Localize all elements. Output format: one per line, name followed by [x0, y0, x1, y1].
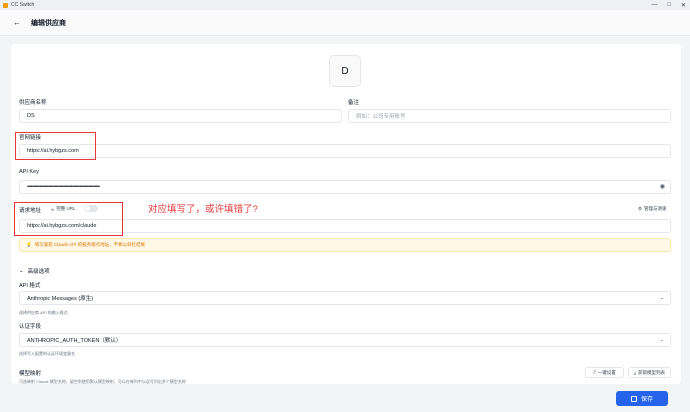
- api-key-input[interactable]: ••••••••••••••••••••••••••••••••••••••••…: [19, 180, 671, 194]
- provider-avatar[interactable]: D: [329, 55, 361, 87]
- manage-test-link[interactable]: ⚙ 管理与测速: [638, 206, 667, 212]
- save-label: 保存: [640, 397, 653, 403]
- auth-field-select[interactable]: ANTHROPIC_AUTH_TOKEN（默认） ⌄: [19, 333, 671, 347]
- notes-input[interactable]: 例如：公司专用账号: [348, 109, 671, 123]
- website-input[interactable]: https://ai.hybgzs.com: [19, 144, 671, 158]
- one-click-config-label: 一键设置: [597, 369, 616, 375]
- chevron-down-icon: ⌄: [659, 337, 664, 343]
- auth-field-value: ANTHROPIC_AUTH_TOKEN（默认）: [27, 338, 122, 344]
- annotation-box-website: [15, 132, 96, 160]
- page-header: ← 编辑供应商: [0, 10, 690, 36]
- download-icon: ⤓: [634, 370, 636, 375]
- window-controls: — □ ✕: [651, 0, 686, 10]
- save-button[interactable]: 保存: [616, 391, 668, 406]
- auth-field-label: 认证字段: [19, 324, 42, 330]
- advanced-options-toggle[interactable]: ⌄ 高级选项: [19, 267, 50, 275]
- api-format-hint: 选择供应商 API 的输入格式: [19, 310, 68, 315]
- api-format-label: API 格式: [19, 283, 41, 289]
- provider-name-input[interactable]: DS: [19, 109, 342, 123]
- eye-icon[interactable]: ◉: [660, 183, 665, 190]
- chevron-down-icon: ⌄: [659, 295, 664, 301]
- provider-name-value: DS: [27, 113, 35, 119]
- notes-label: 备注: [348, 100, 360, 106]
- api-format-select[interactable]: Anthropic Messages (原生) ⌄: [19, 291, 671, 305]
- lightbulb-icon: 💡: [26, 242, 32, 247]
- one-click-config-button[interactable]: ⤤ 一键设置: [585, 367, 624, 378]
- wand-icon: ⤤: [593, 370, 596, 375]
- api-format-value: Anthropic Messages (原生): [27, 296, 94, 302]
- window-title: CC Switch: [11, 2, 35, 8]
- save-icon: [630, 395, 637, 402]
- warning-text: 填写兼容 Claude API 的服务端点地址，不要以斜杠结尾: [34, 242, 146, 247]
- title-bar: CC Switch — □ ✕: [0, 0, 690, 10]
- maximize-button[interactable]: □: [667, 2, 671, 8]
- provider-name-label: 供应商名称: [19, 100, 47, 106]
- fetch-models-button[interactable]: ⤓ 获取模型列表: [628, 367, 671, 378]
- back-button[interactable]: ←: [11, 17, 23, 29]
- model-mapping-label: 模型映射: [19, 371, 42, 377]
- model-mapping-hint: 可选映射 Claude 模型名称，留空则使用默认模型映射，可以在每列中以逗号列出…: [19, 379, 186, 384]
- manage-test-label: 管理与测速: [644, 206, 667, 211]
- auth-field-hint: 选择写入配置的认证环境变量名: [19, 351, 75, 356]
- minimize-button[interactable]: —: [651, 2, 657, 8]
- speed-icon: ⚙: [638, 206, 643, 211]
- chevron-down-icon: ⌄: [19, 268, 24, 274]
- api-key-masked-value: ••••••••••••••••••••••••••••••••••••••••…: [27, 184, 100, 190]
- api-key-label: API Key: [19, 169, 39, 175]
- advanced-options-label: 高级选项: [27, 269, 50, 275]
- annotation-box-request-url: [14, 202, 123, 236]
- annotation-text: 对应填写了，或许填错了?: [148, 204, 258, 215]
- warning-banner: 💡 填写兼容 Claude API 的服务端点地址，不要以斜杠结尾: [19, 238, 671, 252]
- close-button[interactable]: ✕: [681, 2, 686, 9]
- notes-placeholder: 例如：公司专用账号: [356, 114, 406, 120]
- app-logo-icon: [3, 2, 8, 8]
- page-title: 编辑供应商: [31, 19, 66, 27]
- fetch-models-label: 获取模型列表: [638, 369, 665, 375]
